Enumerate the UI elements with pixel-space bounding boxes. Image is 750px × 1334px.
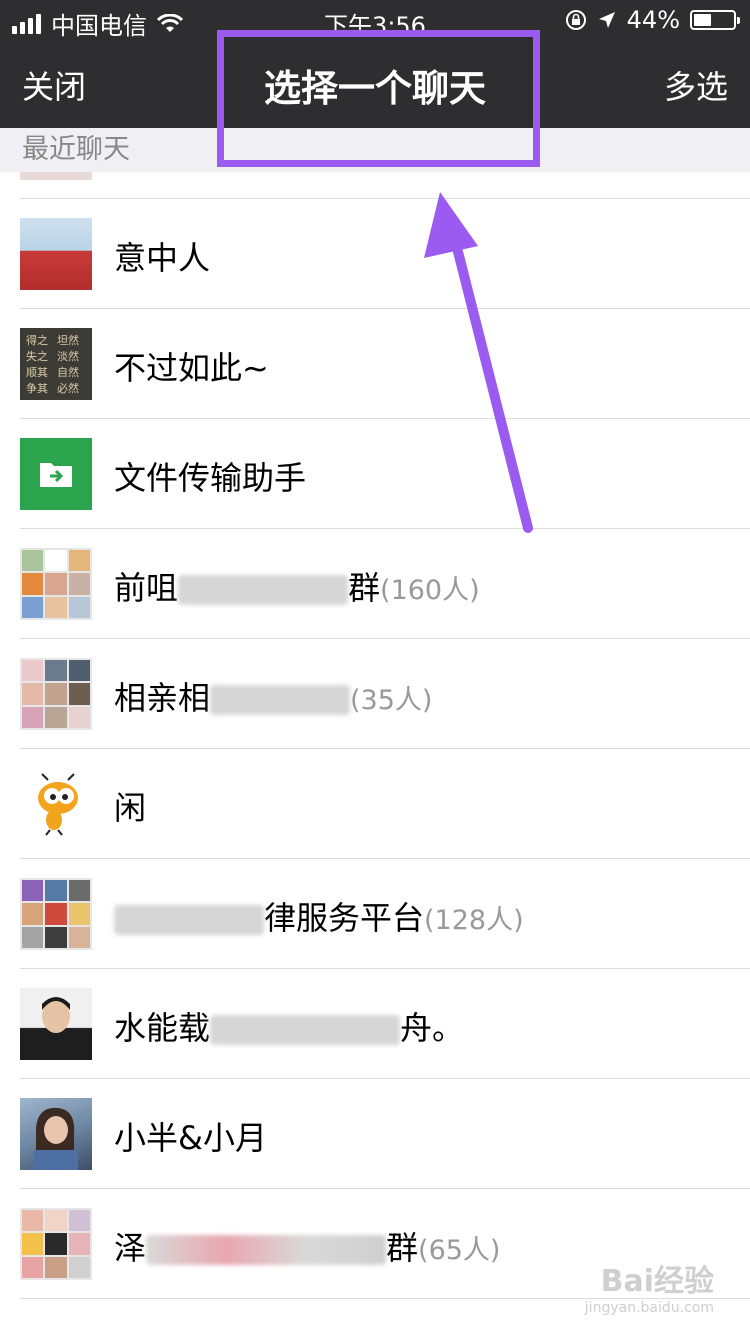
- chat-name: 水能载 舟。: [114, 1009, 465, 1047]
- chat-list: 意中人 得之 坦然 失之 淡然 顺其 自然 争其 必然 不过如此~ 文件传输助手: [0, 172, 750, 1299]
- chat-row[interactable]: 律服务平台(128人): [20, 859, 750, 969]
- location-icon: [598, 12, 615, 28]
- person-photo-icon: [42, 997, 70, 1033]
- chat-name: 文件传输助手: [114, 459, 307, 497]
- chat-name: 律服务平台(128人): [114, 893, 524, 939]
- avatar: 得之 坦然 失之 淡然 顺其 自然 争其 必然: [20, 328, 92, 400]
- section-header-recent: 最近聊天: [0, 128, 750, 172]
- avatar: [20, 768, 92, 840]
- battery-icon: [690, 10, 740, 30]
- avatar: [20, 548, 92, 620]
- chat-row[interactable]: 闲: [20, 749, 750, 859]
- watermark: Bai经验 jingyan.baidu.com: [584, 1264, 714, 1316]
- chat-row[interactable]: 前咀 群(160人): [20, 529, 750, 639]
- chat-name: 意中人: [114, 239, 211, 277]
- chat-name: 相亲相 (35人): [114, 679, 433, 717]
- person-photo-icon: [34, 1107, 78, 1170]
- avatar: [20, 1098, 92, 1170]
- chat-row[interactable]: 小半&小月: [20, 1079, 750, 1189]
- cartoon-ant-icon: [38, 773, 78, 836]
- rotation-lock-icon: [565, 10, 586, 30]
- status-bar: 中国电信 下午3:56 44%: [0, 0, 750, 40]
- chat-name: 不过如此~: [114, 349, 269, 387]
- avatar: [20, 1208, 92, 1280]
- chat-name: 闲: [114, 789, 147, 827]
- avatar: [20, 658, 92, 730]
- chat-row[interactable]: 文件传输助手: [20, 419, 750, 529]
- avatar: [20, 878, 92, 950]
- avatar: [20, 218, 92, 290]
- chat-row[interactable]: 相亲相 (35人): [20, 639, 750, 749]
- nav-bar: 关闭 选择一个聊天 多选: [0, 40, 750, 128]
- chat-name: 小半&小月: [114, 1119, 267, 1157]
- section-header-label: 最近聊天: [22, 134, 130, 165]
- avatar: [20, 988, 92, 1060]
- multi-select-button[interactable]: 多选: [664, 62, 728, 108]
- chat-name: 泽群(65人): [114, 1229, 501, 1267]
- file-transfer-icon: [40, 463, 72, 487]
- chat-name: 前咀 群(160人): [114, 569, 480, 607]
- avatar: [20, 438, 92, 510]
- battery-fill: [694, 14, 711, 26]
- battery-percent: 44%: [626, 6, 680, 34]
- page-title: 选择一个聊天: [264, 67, 486, 110]
- list-item-partial[interactable]: [20, 172, 750, 199]
- chat-row[interactable]: 水能载 舟。: [20, 969, 750, 1079]
- avatar: [20, 172, 92, 180]
- chat-row[interactable]: 得之 坦然 失之 淡然 顺其 自然 争其 必然 不过如此~: [20, 309, 750, 419]
- chat-row[interactable]: 意中人: [20, 199, 750, 309]
- status-right: 44%: [565, 6, 740, 34]
